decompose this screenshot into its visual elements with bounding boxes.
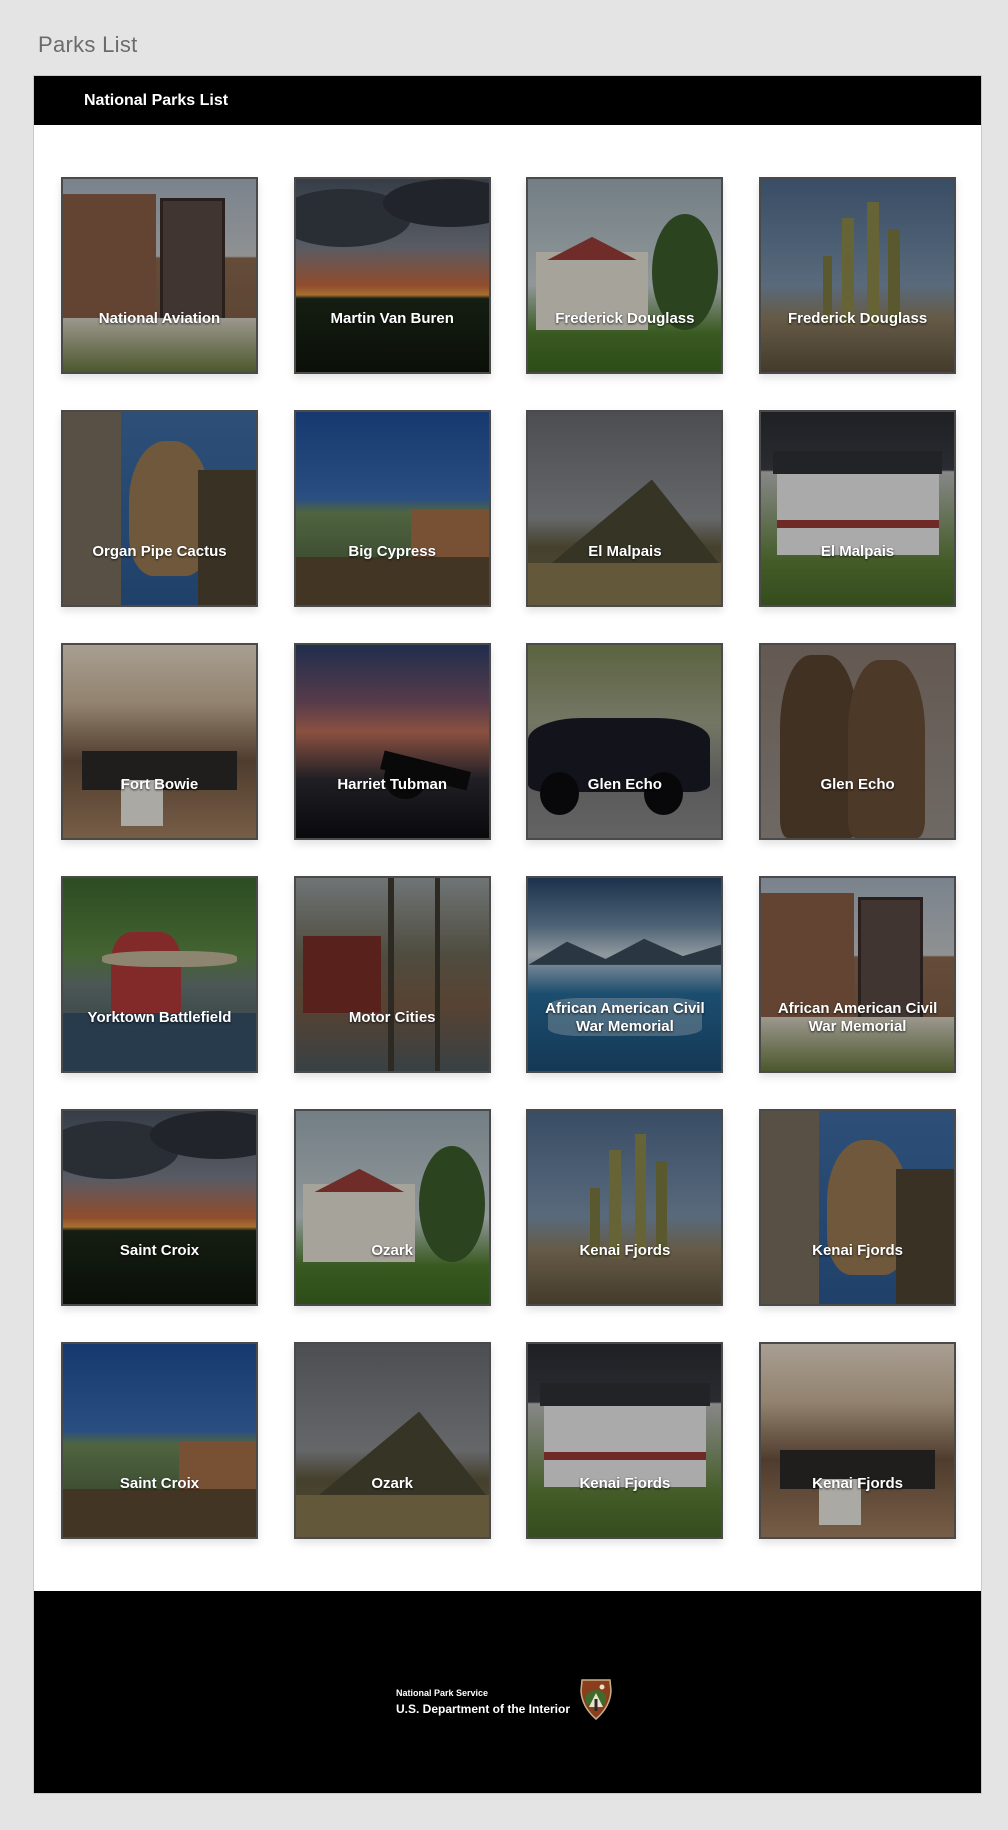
park-photo-overlay [63, 179, 256, 372]
park-name: Kenai Fjords [579, 1242, 671, 1259]
park-name: African American Civil War Memorial [545, 1000, 705, 1035]
park-photo-overlay [761, 1344, 955, 1537]
app-header: National Parks List [34, 76, 981, 125]
park-card[interactable]: Frederick Douglass [759, 177, 957, 374]
park-photo-overlay [295, 645, 489, 838]
park-card[interactable]: El Malpais [759, 410, 957, 607]
park-photo-overlay [63, 1111, 256, 1304]
park-card[interactable]: Yorktown Battlefield [61, 876, 258, 1073]
park-name: Fort Bowie [120, 776, 199, 793]
footer-department: U.S. Department of the Interior [396, 1701, 571, 1716]
park-card[interactable]: El Malpais [526, 410, 724, 607]
park-card[interactable]: Fort Bowie [61, 643, 258, 840]
header-title: National Parks List [84, 91, 229, 109]
park-photo-overlay [63, 1344, 256, 1537]
park-photo-overlay [295, 412, 489, 605]
park-name: Glen Echo [587, 776, 662, 793]
park-photo-overlay [295, 179, 489, 372]
park-photo-overlay [761, 412, 955, 605]
park-grid: National Aviation Martin Van Buren Frederi… [61, 177, 957, 1539]
nps-arrowhead-icon [578, 1677, 614, 1726]
park-card[interactable]: National Aviation [61, 177, 258, 374]
park-card[interactable]: Martin Van Buren [293, 177, 491, 374]
park-photo-overlay [761, 179, 955, 372]
park-name: Harriet Tubman [337, 776, 448, 793]
page-title: Parks List [38, 32, 138, 57]
park-name: Kenai Fjords [579, 1475, 671, 1492]
park-name: Glen Echo [820, 776, 895, 793]
park-card[interactable]: Kenai Fjords [526, 1342, 724, 1539]
park-card[interactable]: Harriet Tubman [293, 643, 491, 840]
park-photo-overlay [528, 1344, 722, 1537]
park-name: Kenai Fjords [812, 1475, 903, 1492]
park-name: Big Cypress [348, 543, 436, 560]
park-photo-overlay [295, 878, 489, 1071]
park-card[interactable]: Saint Croix [61, 1342, 258, 1539]
park-photo-overlay [63, 412, 256, 605]
park-card[interactable]: Motor Cities [293, 876, 491, 1073]
park-name: Ozark [371, 1475, 414, 1492]
park-photo-overlay [528, 179, 722, 372]
park-card[interactable]: Saint Croix [61, 1109, 258, 1306]
park-photo-overlay [63, 878, 256, 1071]
park-card[interactable]: Frederick Douglass [526, 177, 724, 374]
park-card[interactable]: Glen Echo [759, 643, 957, 840]
park-photo-overlay [761, 878, 955, 1071]
park-name: Frederick Douglass [787, 310, 928, 327]
park-name: Organ Pipe Cactus [92, 543, 227, 560]
footer-agency: National Park Service [396, 1687, 489, 1698]
park-photo-overlay [761, 1111, 955, 1304]
app-frame: National Parks List National Aviation Mar… [33, 75, 982, 1794]
park-name: Frederick Douglass [555, 310, 695, 327]
park-photo-overlay [295, 1344, 489, 1537]
park-name: Motor Cities [348, 1009, 436, 1026]
park-photo-overlay [63, 645, 256, 838]
park-name: El Malpais [588, 543, 662, 560]
park-name: Ozark [371, 1242, 414, 1259]
park-photo-overlay [528, 1111, 722, 1304]
park-card[interactable]: Kenai Fjords [759, 1342, 957, 1539]
park-card[interactable]: African American Civil War Memorial [759, 876, 957, 1073]
footer-text: National Park Service U.S. Department of… [396, 1688, 570, 1716]
park-photo-overlay [295, 1111, 489, 1304]
footer: National Park Service U.S. Department of… [34, 1591, 981, 1793]
park-name: Saint Croix [119, 1475, 200, 1492]
park-name: Kenai Fjords [812, 1242, 903, 1259]
park-card[interactable]: Kenai Fjords [759, 1109, 957, 1306]
park-card[interactable]: Big Cypress [293, 410, 491, 607]
park-name: Saint Croix [119, 1242, 200, 1259]
park-card[interactable]: Organ Pipe Cactus [61, 410, 258, 607]
park-card[interactable]: African American Civil War Memorial [526, 876, 724, 1073]
park-photo-overlay [761, 645, 955, 838]
park-card[interactable]: Glen Echo [526, 643, 724, 840]
park-photo-overlay [528, 412, 722, 605]
park-card[interactable]: Kenai Fjords [526, 1109, 724, 1306]
park-card[interactable]: Ozark [293, 1109, 491, 1306]
park-photo-overlay [528, 878, 722, 1071]
park-name: Martin Van Buren [330, 310, 454, 327]
footer-brand: National Park Service U.S. Department of… [396, 1677, 614, 1726]
park-name: National Aviation [98, 310, 221, 327]
park-photo-overlay [528, 645, 722, 838]
park-card[interactable]: Ozark [293, 1342, 491, 1539]
park-name: El Malpais [820, 543, 895, 560]
park-name: Yorktown Battlefield [87, 1009, 232, 1026]
park-name: African American Civil War Memorial [777, 1000, 938, 1035]
